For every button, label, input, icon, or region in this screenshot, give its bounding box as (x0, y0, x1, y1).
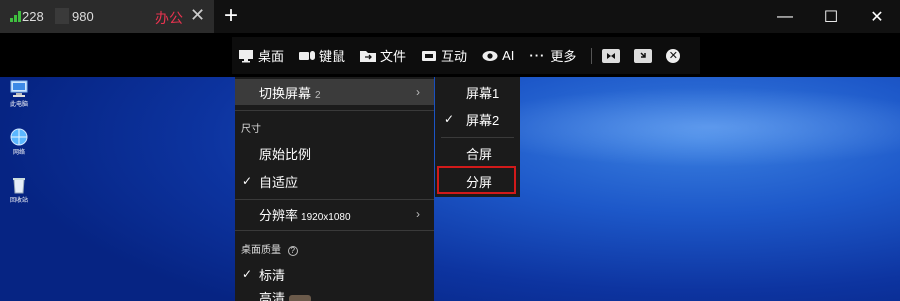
toolbar-more-label: 更多 (550, 49, 577, 64)
screen-count: 2 (315, 89, 321, 101)
toolbar-interact-label: 互动 (441, 49, 468, 64)
chevron-right-icon: › (416, 207, 420, 221)
check-icon: ✓ (444, 112, 455, 126)
toolbar-more-button[interactable]: ··· 更多 (529, 37, 576, 74)
toolbar-keymouse-label: 键鼠 (319, 49, 346, 64)
menu-divider (235, 230, 434, 231)
minimize-button[interactable]: — (762, 0, 808, 33)
folder-transfer-icon (360, 49, 377, 63)
submenu-screen1-label: 屏幕1 (466, 85, 500, 101)
display-menu: 切换屏幕 2 › 尺寸 原始比例 ✓ 自适应 分辨率 1920x1080 › 桌面质… (235, 77, 434, 301)
menu-switch-screen-label: 切换屏幕 (259, 85, 312, 101)
desktop-icon-computer[interactable]: 此电脑 (5, 80, 33, 108)
menu-quality-hd-label: 高清 (259, 291, 286, 301)
minimize-toolbar-icon[interactable] (634, 48, 653, 63)
disconnect-icon[interactable]: ✕ (666, 48, 681, 63)
toolbar-file-label: 文件 (380, 49, 407, 64)
chat-box-icon (421, 49, 437, 63)
toolbar-file-button[interactable]: 文件 (360, 37, 406, 74)
tab-close-icon[interactable]: ✕ (190, 5, 205, 26)
computer-icon (9, 80, 29, 98)
toolbar-divider (591, 47, 593, 64)
session-tab[interactable]: 228 980 办公 ✕ (0, 0, 214, 33)
menu-quality-hd[interactable]: 高清 (235, 289, 434, 301)
size-section-header: 尺寸 (241, 124, 261, 135)
resolution-value: 1920x1080 (301, 211, 351, 223)
toolbar-desktop-label: 桌面 (258, 49, 285, 64)
tab-host-prefix: 228 (22, 9, 44, 24)
desktop-icon-label: 网络 (12, 150, 25, 156)
desktop-icon-label: 此电脑 (9, 102, 28, 108)
submenu-divider (441, 137, 514, 138)
quality-header-label: 桌面质量 (241, 245, 281, 256)
menu-divider (235, 199, 434, 200)
new-tab-button[interactable]: + (224, 2, 238, 30)
window-close-button[interactable]: ✕ (854, 0, 900, 33)
menu-adaptive-label: 自适应 (259, 174, 299, 190)
menu-quality-standard-label: 标清 (259, 267, 286, 283)
toolbar-ai-button[interactable]: AI (482, 37, 514, 74)
toolbar-desktop-button[interactable]: 桌面 (238, 37, 284, 74)
submenu-screen2-label: 屏幕2 (466, 112, 500, 128)
desktop-icon-recycle[interactable]: 回收站 (5, 176, 33, 204)
eye-icon (482, 49, 498, 63)
desktop-icon-label: 回收站 (9, 198, 28, 204)
redacted-block (55, 8, 69, 24)
quality-section-header: 桌面质量 ? (241, 241, 298, 256)
toolbar-interact-button[interactable]: 互动 (421, 37, 467, 74)
toolbar-ai-label: AI (502, 48, 515, 63)
more-dots-icon: ··· (529, 48, 546, 63)
submenu-screen2[interactable]: ✓ 屏幕2 (435, 106, 520, 132)
submenu-merge-label: 合屏 (466, 146, 493, 162)
menu-adaptive[interactable]: ✓ 自适应 (235, 168, 434, 194)
network-icon (9, 128, 29, 146)
check-icon: ✓ (242, 267, 253, 281)
chevron-right-icon: › (416, 85, 420, 99)
menu-resolution-label: 分辨率 (259, 207, 299, 223)
menu-switch-screen[interactable]: 切换屏幕 2 › (235, 79, 434, 105)
highlight-box (437, 166, 516, 194)
signal-strength-icon (10, 11, 22, 22)
remote-toolbar: 桌面 键鼠 文件 互动 AI ··· 更多 ✕ (232, 37, 700, 74)
menu-resolution[interactable]: 分辨率 1920x1080 › (235, 201, 434, 227)
check-icon: ✓ (242, 174, 253, 188)
menu-original-ratio[interactable]: 原始比例 (235, 140, 434, 166)
help-icon[interactable]: ? (287, 246, 298, 256)
vip-badge (289, 295, 312, 301)
menu-original-ratio-label: 原始比例 (259, 146, 312, 162)
submenu-screen1[interactable]: 屏幕1 (435, 79, 520, 105)
desktop-icon-network[interactable]: 网络 (5, 128, 33, 156)
recycle-bin-icon (9, 176, 29, 194)
shrink-window-icon[interactable] (602, 48, 621, 63)
tab-label: 办公 (155, 10, 183, 26)
submenu-merge[interactable]: 合屏 (435, 140, 520, 166)
title-bar: 228 980 办公 ✕ + — ☐ ✕ (0, 0, 900, 33)
maximize-button[interactable]: ☐ (808, 0, 854, 33)
monitor-icon (238, 49, 254, 63)
wallpaper-glow (460, 87, 900, 167)
keyboard-mouse-icon (299, 49, 316, 63)
tab-host-suffix: 980 (72, 9, 94, 24)
menu-divider (235, 110, 434, 111)
toolbar-keymouse-button[interactable]: 键鼠 (299, 37, 345, 74)
menu-quality-standard[interactable]: ✓ 标清 (235, 261, 434, 287)
